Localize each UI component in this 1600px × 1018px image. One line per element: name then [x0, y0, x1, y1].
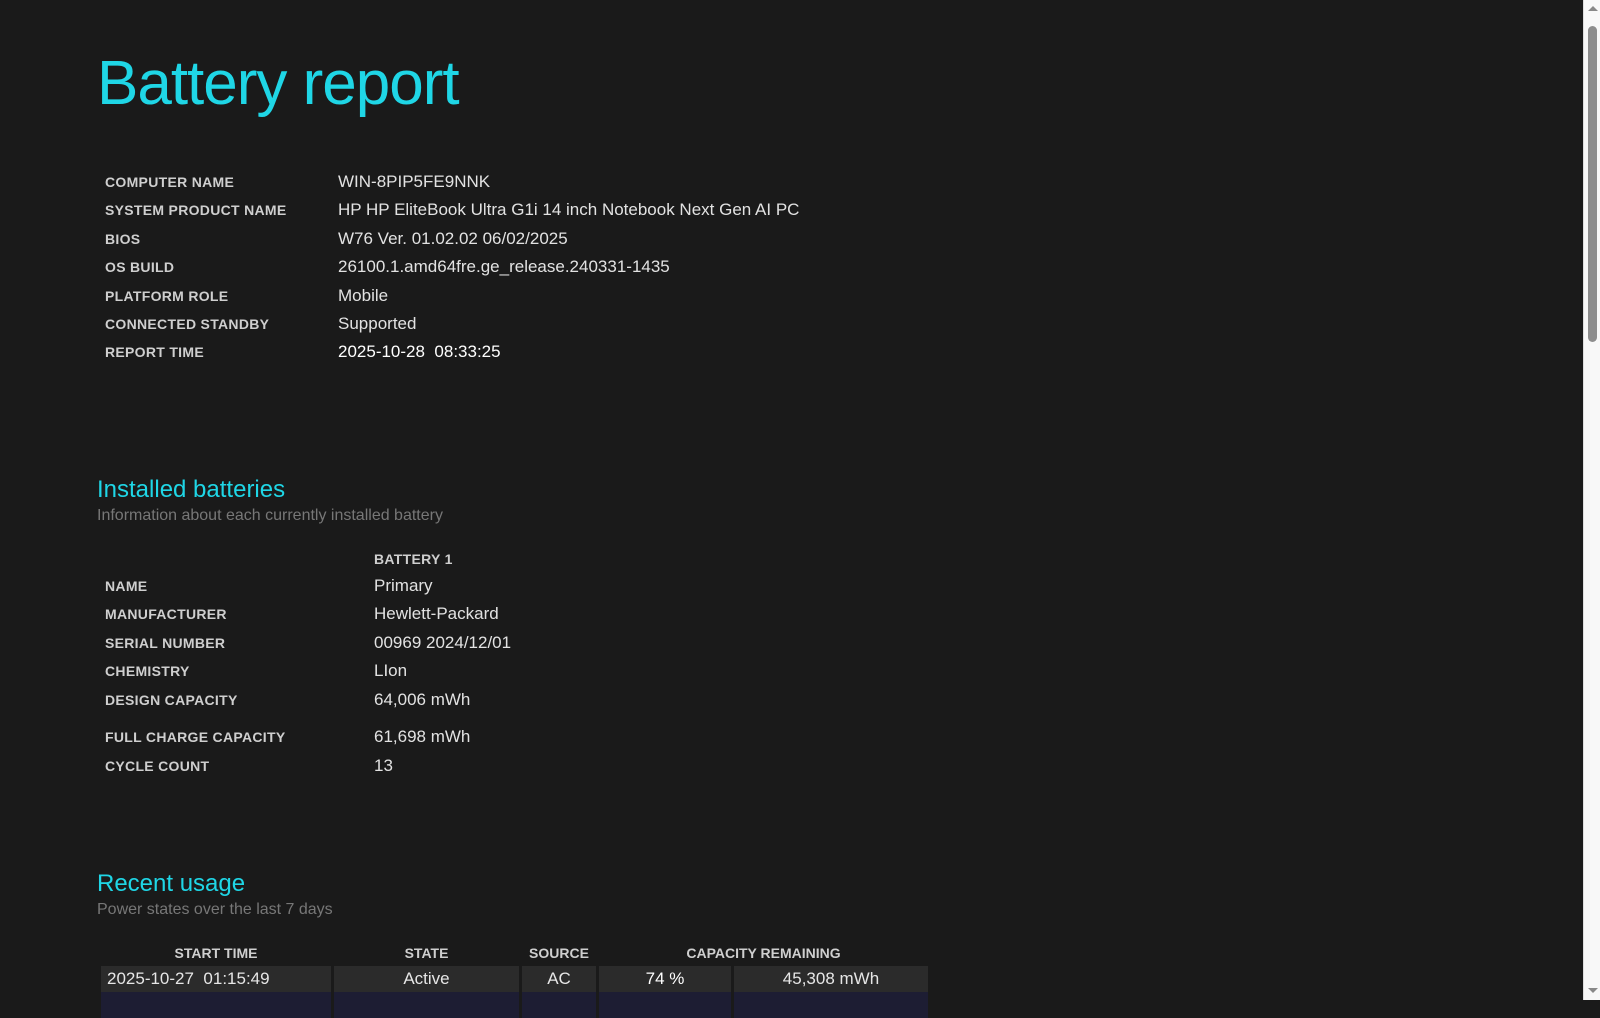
label-manufacturer: MANUFACTURER — [105, 606, 227, 622]
label-connected-standby: CONNECTED STANDBY — [105, 316, 270, 332]
label-computer-name: COMPUTER NAME — [105, 174, 235, 190]
label-design-capacity: DESIGN CAPACITY — [105, 692, 238, 708]
cell-capacity-percent: 74 % — [599, 966, 731, 992]
label-report-time: REPORT TIME — [105, 344, 204, 360]
value-report-time: 2025-10-28 08:33:25 — [338, 342, 501, 361]
label-chemistry: CHEMISTRY — [105, 663, 190, 679]
cell-start-time: 2025-10-27 01:15:49 — [101, 966, 331, 992]
value-cycle-count: 13 — [374, 756, 393, 775]
label-os-build: OS BUILD — [105, 259, 175, 275]
col-capacity-remaining: CAPACITY REMAINING — [686, 945, 841, 961]
value-computer-name: WIN-8PIP5FE9NNK — [338, 172, 491, 191]
col-source: SOURCE — [529, 945, 589, 961]
recent-usage-heading: Recent usage — [97, 870, 246, 897]
value-full-charge-capacity: 61,698 mWh — [374, 727, 471, 746]
cell-capacity-mwh: 45,308 mWh — [734, 966, 928, 992]
label-platform-role: PLATFORM ROLE — [105, 288, 229, 304]
label-name: NAME — [105, 578, 148, 594]
table-row — [101, 992, 928, 1018]
installed-batteries-subtitle: Information about each currently install… — [97, 507, 443, 524]
col-start-time: START TIME — [174, 945, 258, 961]
recent-usage-table: START TIME STATE SOURCE CAPACITY REMAINI… — [98, 940, 931, 1018]
installed-batteries-heading: Installed batteries — [97, 476, 286, 503]
value-manufacturer: Hewlett-Packard — [374, 604, 499, 623]
value-system-product-name: HP HP EliteBook Ultra G1i 14 inch Notebo… — [338, 200, 800, 219]
value-connected-standby: Supported — [338, 314, 417, 333]
value-serial-number: 00969 2024/12/01 — [374, 633, 512, 652]
value-design-capacity: 64,006 mWh — [374, 690, 471, 709]
value-chemistry: LIon — [374, 661, 408, 680]
recent-usage-subtitle: Power states over the last 7 days — [97, 901, 333, 918]
battery-1-header: BATTERY 1 — [374, 551, 453, 567]
label-full-charge-capacity: FULL CHARGE CAPACITY — [105, 729, 286, 745]
cell-state: Active — [334, 966, 519, 992]
value-os-build: 26100.1.amd64fre.ge_release.240331-1435 — [338, 257, 670, 276]
scroll-down-arrow-icon[interactable] — [1588, 988, 1598, 993]
scrollbar-thumb[interactable] — [1588, 26, 1597, 342]
value-bios: W76 Ver. 01.02.02 06/02/2025 — [338, 229, 568, 248]
label-system-product-name: SYSTEM PRODUCT NAME — [105, 202, 287, 218]
vertical-scrollbar[interactable] — [1583, 0, 1600, 1000]
cell-source: AC — [522, 966, 596, 992]
page-title: Battery report — [97, 49, 460, 118]
label-bios: BIOS — [105, 231, 141, 247]
label-serial-number: SERIAL NUMBER — [105, 635, 226, 651]
value-platform-role: Mobile — [338, 286, 389, 305]
scroll-up-arrow-icon[interactable] — [1588, 6, 1598, 11]
value-name: Primary — [374, 576, 433, 595]
table-row: 2025-10-27 01:15:49 Active AC 74 % 45,30… — [101, 966, 928, 992]
label-cycle-count: CYCLE COUNT — [105, 758, 210, 774]
col-state: STATE — [404, 945, 449, 961]
